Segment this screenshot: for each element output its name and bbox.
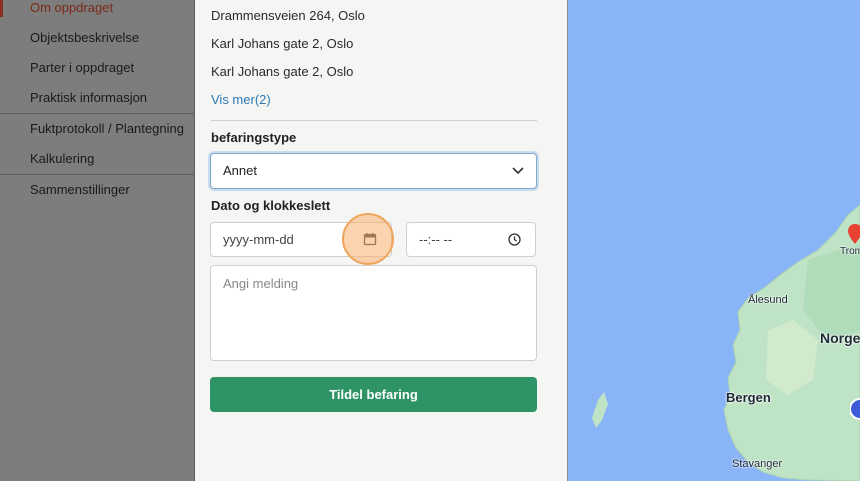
inspection-type-label: befaringstype bbox=[211, 130, 297, 145]
sidebar-item-sammenstillinger[interactable]: Sammenstillinger bbox=[0, 176, 194, 204]
clock-icon[interactable] bbox=[508, 233, 521, 246]
address-item: Drammensveien 264, Oslo bbox=[211, 8, 365, 23]
chevron-down-icon bbox=[512, 167, 524, 175]
map-view[interactable]: Ålesund Norge Bergen Stavanger Trom bbox=[568, 0, 860, 481]
sidebar-item-label: Objektsbeskrivelse bbox=[30, 30, 140, 45]
sidebar-item-label: Kalkulering bbox=[30, 151, 95, 166]
map-land bbox=[592, 204, 860, 481]
sidebar-item-kalkulering[interactable]: Kalkulering bbox=[0, 145, 194, 173]
sidebar-item-label: Sammenstillinger bbox=[30, 182, 130, 197]
message-textarea[interactable]: Angi melding bbox=[210, 265, 537, 361]
nav-divider bbox=[0, 113, 194, 114]
sidebar-item-parter[interactable]: Parter i oppdraget bbox=[0, 54, 194, 82]
date-placeholder: yyyy-mm-dd bbox=[223, 232, 294, 247]
inspection-type-value: Annet bbox=[223, 163, 257, 178]
sidebar-item-fuktprotokoll[interactable]: Fuktprotokoll / Plantegning bbox=[0, 115, 194, 143]
sidebar-item-objektsbeskrivelse[interactable]: Objektsbeskrivelse bbox=[0, 24, 194, 52]
sidebar-item-praktisk-informasjon[interactable]: Praktisk informasjon bbox=[0, 84, 194, 112]
sidebar-item-label: Fuktprotokoll / Plantegning bbox=[30, 121, 184, 136]
time-input[interactable]: --:-- -- bbox=[406, 222, 536, 257]
map-label-bergen: Bergen bbox=[726, 390, 771, 405]
map-marker-blue-icon[interactable] bbox=[850, 394, 860, 424]
sidebar-item-label: Praktisk informasjon bbox=[30, 90, 148, 105]
calendar-icon[interactable] bbox=[363, 232, 377, 246]
sidebar-item-label: Parter i oppdraget bbox=[30, 60, 135, 75]
active-indicator bbox=[0, 0, 3, 17]
message-placeholder: Angi melding bbox=[223, 276, 299, 291]
sidebar-item-label: Om oppdraget bbox=[30, 0, 114, 15]
map-label-alesund: Ålesund bbox=[748, 294, 788, 306]
sidebar-item-om-oppdraget[interactable]: Om oppdraget bbox=[0, 0, 194, 22]
datetime-label: Dato og klokkeslett bbox=[211, 198, 331, 213]
show-more-link[interactable]: Vis mer(2) bbox=[211, 92, 271, 107]
date-input[interactable]: yyyy-mm-dd bbox=[210, 222, 392, 257]
sidebar-nav: Om oppdraget Objektsbeskrivelse Parter i… bbox=[0, 0, 194, 481]
address-item: Karl Johans gate 2, Oslo bbox=[211, 64, 354, 79]
time-placeholder: --:-- -- bbox=[419, 232, 453, 247]
address-item: Karl Johans gate 2, Oslo bbox=[211, 36, 354, 51]
assign-inspection-button[interactable]: Tildel befaring bbox=[210, 377, 537, 412]
inspection-panel: Drammensveien 264, Oslo Karl Johans gate… bbox=[194, 0, 568, 481]
nav-divider bbox=[0, 174, 194, 175]
section-divider bbox=[211, 120, 537, 121]
map-label-stavanger: Stavanger bbox=[732, 458, 783, 470]
map-marker-red-icon[interactable] bbox=[848, 224, 860, 248]
map-label-norge: Norge bbox=[820, 330, 860, 346]
inspection-type-select[interactable]: Annet bbox=[210, 153, 537, 189]
